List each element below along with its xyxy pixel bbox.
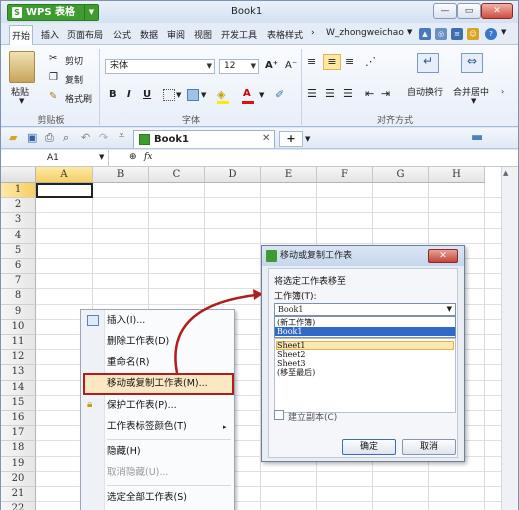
ok-button[interactable]: 确定	[342, 439, 396, 455]
copy-checkbox[interactable]	[274, 410, 284, 420]
cancel-button[interactable]: 取消	[402, 439, 456, 455]
workbook-label: 工作簿(T):	[274, 292, 317, 302]
move-copy-dialog: 移动或复制工作表 ✕ 将选定工作表移至 工作簿(T): Book1 ▼ (新工作…	[261, 245, 465, 462]
sheet-option-3[interactable]: Sheet3	[277, 359, 305, 368]
sheet-option-1[interactable]: Sheet1	[277, 341, 305, 350]
wps-logo-icon	[266, 250, 277, 262]
workbook-option-book1[interactable]: Book1	[275, 327, 455, 336]
dialog-prompt: 将选定工作表移至	[274, 277, 347, 287]
sheet-option-2[interactable]: Sheet2	[277, 350, 305, 359]
copy-checkbox-label: 建立副本(C)	[288, 413, 338, 423]
dialog-close-button[interactable]: ✕	[428, 249, 458, 263]
workbook-option-new[interactable]: (新工作簿)	[277, 318, 315, 327]
sheet-option-move-to-end[interactable]: (移至最后)	[277, 368, 315, 377]
sheet-list: Sheet1 Sheet2 Sheet3 (移至最后)	[274, 338, 456, 413]
app-window: S WPS 表格 ▼ Book1 — ▭ ✕ 开始 插入 页面布局 公式 数据 审…	[0, 0, 519, 510]
workbook-dropdown-list: (新工作簿) Book1	[274, 316, 456, 338]
dialog-title: 移动或复制工作表	[280, 251, 353, 261]
workbook-selected: Book1	[278, 305, 304, 314]
workbook-select[interactable]: Book1 ▼	[274, 303, 456, 316]
chevron-down-icon: ▼	[446, 305, 452, 313]
